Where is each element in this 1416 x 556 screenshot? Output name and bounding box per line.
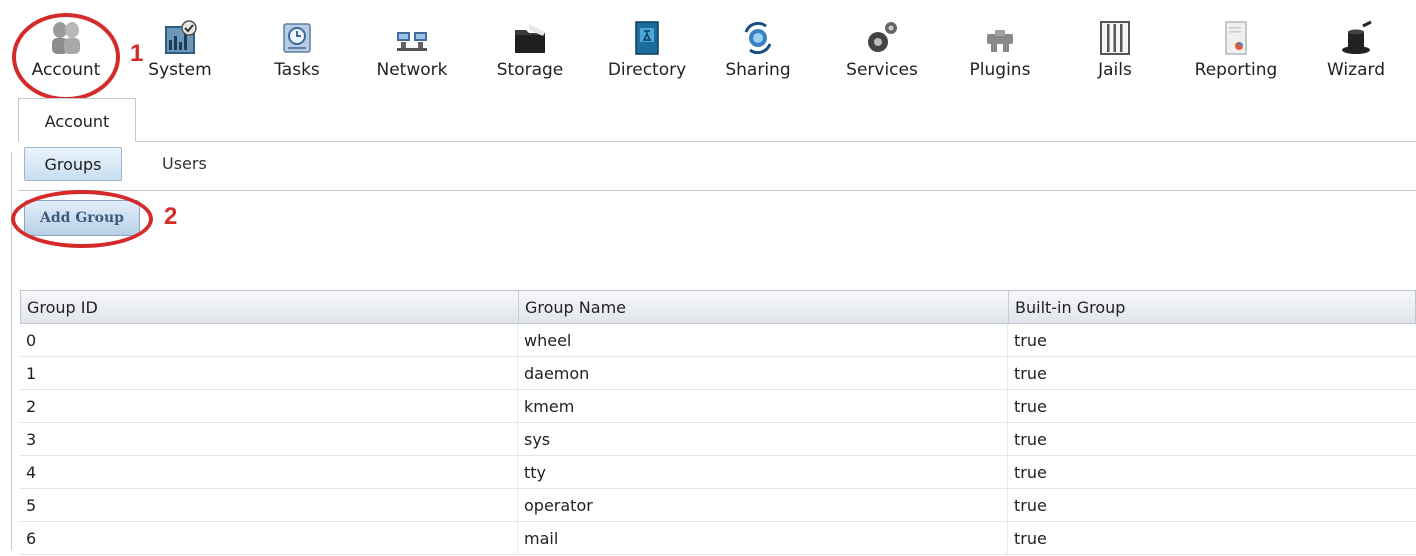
services-icon [868, 22, 897, 52]
column-header-built-in-group[interactable]: Built-in Group [1009, 291, 1416, 323]
subtab-groups[interactable]: Groups [24, 147, 122, 181]
cell-group-id: 6 [20, 522, 518, 554]
tasks-icon [283, 23, 311, 53]
toolbar-label: Storage [496, 60, 564, 80]
table-row[interactable]: 6 mail true [20, 522, 1416, 555]
toolbar-item-plugins[interactable]: Plugins [952, 0, 1048, 92]
cell-group-name: operator [518, 489, 1008, 521]
cell-group-id: 4 [20, 456, 518, 488]
cell-group-id: 0 [20, 324, 518, 356]
jails-icon [1100, 21, 1130, 55]
directory-icon [635, 21, 659, 55]
cell-group-id: 3 [20, 423, 518, 455]
cell-group-name: wheel [518, 324, 1008, 356]
toolbar-item-jails[interactable]: Jails [1067, 0, 1163, 92]
wizard-icon [1342, 20, 1372, 54]
toolbar-item-directory[interactable]: Directory [599, 0, 695, 92]
table-row[interactable]: 3 sys true [20, 423, 1416, 456]
network-icon [397, 32, 427, 51]
annotation-number-2: 2 [164, 203, 178, 230]
annotation-circle-2 [11, 190, 153, 248]
column-header-group-id[interactable]: Group ID [21, 291, 519, 323]
storage-icon [515, 24, 545, 53]
cell-built-in: true [1014, 430, 1047, 449]
toolbar-label: Network [376, 60, 448, 80]
toolbar-item-reporting[interactable]: Reporting [1188, 0, 1284, 92]
tab-strip-divider [18, 141, 1416, 142]
cell-group-id: 5 [20, 489, 518, 521]
toolbar-label: System [148, 60, 212, 80]
toolbar-label: Directory [607, 60, 687, 80]
toolbar-item-services[interactable]: Services [834, 0, 930, 92]
toolbar-item-system[interactable]: System [132, 0, 228, 92]
cell-group-name: tty [518, 456, 1008, 488]
toolbar-label: Jails [1098, 60, 1132, 80]
table-row[interactable]: 2 kmem true [20, 390, 1416, 423]
annotation-number-1: 1 [130, 40, 144, 67]
cell-group-name: daemon [518, 357, 1008, 389]
cell-built-in: true [1014, 397, 1047, 416]
toolbar-item-sharing[interactable]: Sharing [710, 0, 806, 92]
toolbar-label: Wizard [1327, 60, 1385, 80]
cell-built-in: true [1014, 331, 1047, 350]
table-header: Group ID Group Name Built-in Group [20, 290, 1416, 324]
table-row[interactable]: 4 tty true [20, 456, 1416, 489]
cell-group-name: kmem [518, 390, 1008, 422]
cell-built-in: true [1014, 496, 1047, 515]
tab-account[interactable]: Account [18, 98, 136, 142]
sharing-icon [744, 21, 772, 55]
cell-group-name: mail [518, 522, 1008, 554]
plugins-icon [987, 30, 1013, 52]
table-row[interactable]: 5 operator true [20, 489, 1416, 522]
annotation-circle-1 [12, 13, 120, 101]
column-header-group-name[interactable]: Group Name [519, 291, 1009, 323]
toolbar-item-storage[interactable]: Storage [482, 0, 578, 92]
cell-built-in: true [1014, 463, 1047, 482]
table-row[interactable]: 1 daemon true [20, 357, 1416, 390]
top-toolbar: Account System Tasks Network Storage Dir… [0, 0, 1416, 96]
system-icon [165, 20, 197, 54]
toolbar-label: Services [846, 60, 918, 80]
toolbar-label: Sharing [725, 60, 791, 80]
toolbar-label: Reporting [1194, 60, 1278, 80]
table-row[interactable]: 0 wheel true [20, 324, 1416, 357]
toolbar-item-network[interactable]: Network [364, 0, 460, 92]
cell-group-id: 1 [20, 357, 518, 389]
toolbar-label: Tasks [274, 60, 320, 80]
toolbar-item-wizard[interactable]: Wizard [1308, 0, 1404, 92]
toolbar-item-tasks[interactable]: Tasks [249, 0, 345, 92]
cell-group-id: 2 [20, 390, 518, 422]
cell-built-in: true [1014, 364, 1047, 383]
toolbar-label: Plugins [969, 60, 1031, 80]
cell-group-name: sys [518, 423, 1008, 455]
reporting-icon [1225, 21, 1247, 55]
subtab-divider [18, 190, 1416, 191]
groups-table: Group ID Group Name Built-in Group 0 whe… [20, 290, 1416, 555]
cell-built-in: true [1014, 529, 1047, 548]
subtab-users[interactable]: Users [162, 147, 207, 181]
